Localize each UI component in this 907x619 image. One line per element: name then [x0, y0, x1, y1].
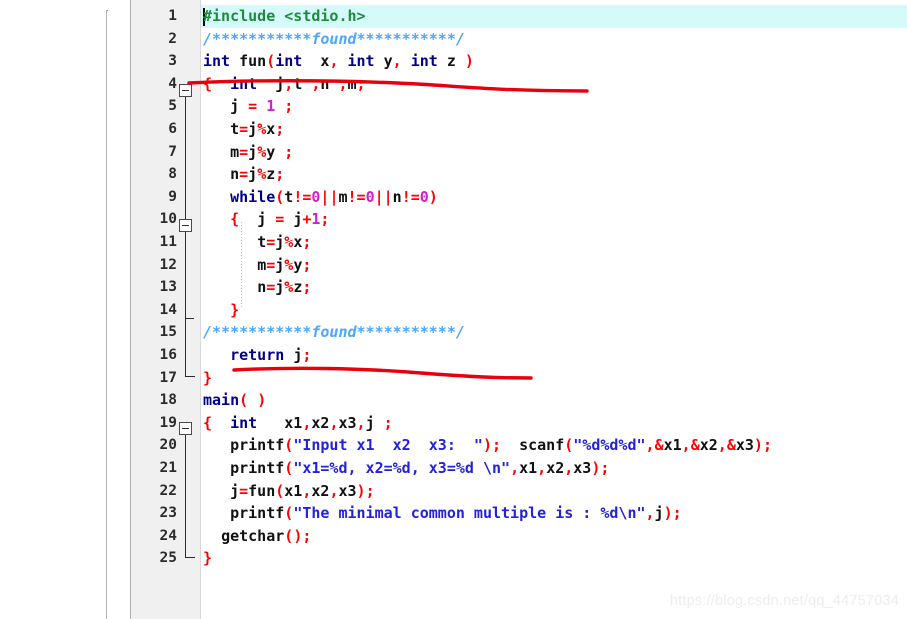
- code-line[interactable]: printf("x1=%d, x2=%d, x3=%d \n",x1,x2,x3…: [203, 457, 609, 480]
- code-line[interactable]: m=j%y;: [203, 254, 311, 277]
- code-line[interactable]: n=j%z;: [203, 163, 284, 186]
- line-number: 11: [159, 234, 177, 250]
- code-line[interactable]: }: [203, 367, 212, 390]
- code-line[interactable]: /***********found***********/: [203, 321, 465, 344]
- code-line[interactable]: return j;: [203, 344, 311, 367]
- fold-marker-line-4[interactable]: [179, 84, 192, 97]
- code-line[interactable]: int fun(int x, int y, int z ): [203, 50, 474, 73]
- line-number: 13: [159, 279, 177, 296]
- line-number: 7: [168, 143, 177, 160]
- line-number: 22: [159, 482, 177, 499]
- line-number: 24: [159, 527, 177, 544]
- code-text-area[interactable]: #include <stdio.h>/***********found*****…: [201, 0, 907, 619]
- panel-splitter[interactable]: [108, 10, 130, 619]
- line-number: 9: [168, 188, 177, 205]
- line-number: 21: [159, 460, 177, 476]
- line-number: 2: [168, 30, 177, 47]
- line-number: 20: [159, 437, 177, 454]
- code-line[interactable]: main( ): [203, 389, 266, 412]
- line-number: 8: [168, 166, 177, 183]
- line-number: 14: [159, 301, 177, 318]
- line-number: 5: [168, 98, 177, 115]
- left-side-panel: [0, 10, 107, 619]
- line-number: 15: [159, 324, 177, 341]
- fold-marker-line-10[interactable]: [179, 219, 192, 232]
- fold-end-line-25: [185, 500, 195, 558]
- fold-end-line-17: [185, 318, 195, 377]
- line-number: 16: [159, 347, 177, 363]
- line-number: 18: [159, 392, 177, 409]
- line-number: 1: [168, 8, 177, 24]
- code-line[interactable]: t=j%x;: [203, 118, 284, 141]
- code-line[interactable]: getchar();: [203, 525, 311, 548]
- line-number: 10: [159, 211, 177, 228]
- indent-guide-while-block: [241, 222, 242, 308]
- code-line[interactable]: #include <stdio.h>: [203, 5, 366, 28]
- code-line[interactable]: m=j%y ;: [203, 141, 293, 164]
- line-number: 25: [159, 550, 177, 567]
- code-editor[interactable]: 1 2 3 4 5 6 7 8 9 10 11 12 13 14 15 16 17 18 19 20 21 22 23 24 2…: [130, 0, 907, 619]
- code-line[interactable]: }: [203, 299, 239, 322]
- fold-marker-line-19[interactable]: [179, 422, 192, 435]
- code-line[interactable]: { int j,t ,n ,m;: [203, 73, 366, 96]
- line-number: 23: [159, 505, 177, 522]
- line-number: 12: [159, 256, 177, 273]
- line-number: 17: [159, 369, 177, 386]
- code-line[interactable]: t=j%x;: [203, 231, 311, 254]
- code-line[interactable]: { j = j+1;: [203, 208, 329, 231]
- code-line[interactable]: while(t!=0||m!=0||n!=0): [203, 186, 438, 209]
- code-line[interactable]: { int x1,x2,x3,j ;: [203, 412, 393, 435]
- line-number: 3: [168, 53, 177, 70]
- line-number: 4: [168, 75, 177, 92]
- code-line[interactable]: /***********found***********/: [203, 28, 465, 51]
- code-line[interactable]: printf("The minimal common multiple is :…: [203, 502, 682, 525]
- code-line[interactable]: j=fun(x1,x2,x3);: [203, 480, 375, 503]
- code-line[interactable]: n=j%z;: [203, 276, 311, 299]
- code-line[interactable]: j = 1 ;: [203, 95, 293, 118]
- watermark-text: https://blog.csdn.net/qq_44757034: [669, 593, 899, 609]
- line-number: 6: [168, 121, 177, 137]
- fold-connector-10-14: [185, 232, 186, 318]
- line-number: 19: [159, 414, 177, 431]
- code-line[interactable]: printf("Input x1 x2 x3: "); scanf("%d%d%…: [203, 434, 772, 457]
- code-line[interactable]: }: [203, 547, 212, 570]
